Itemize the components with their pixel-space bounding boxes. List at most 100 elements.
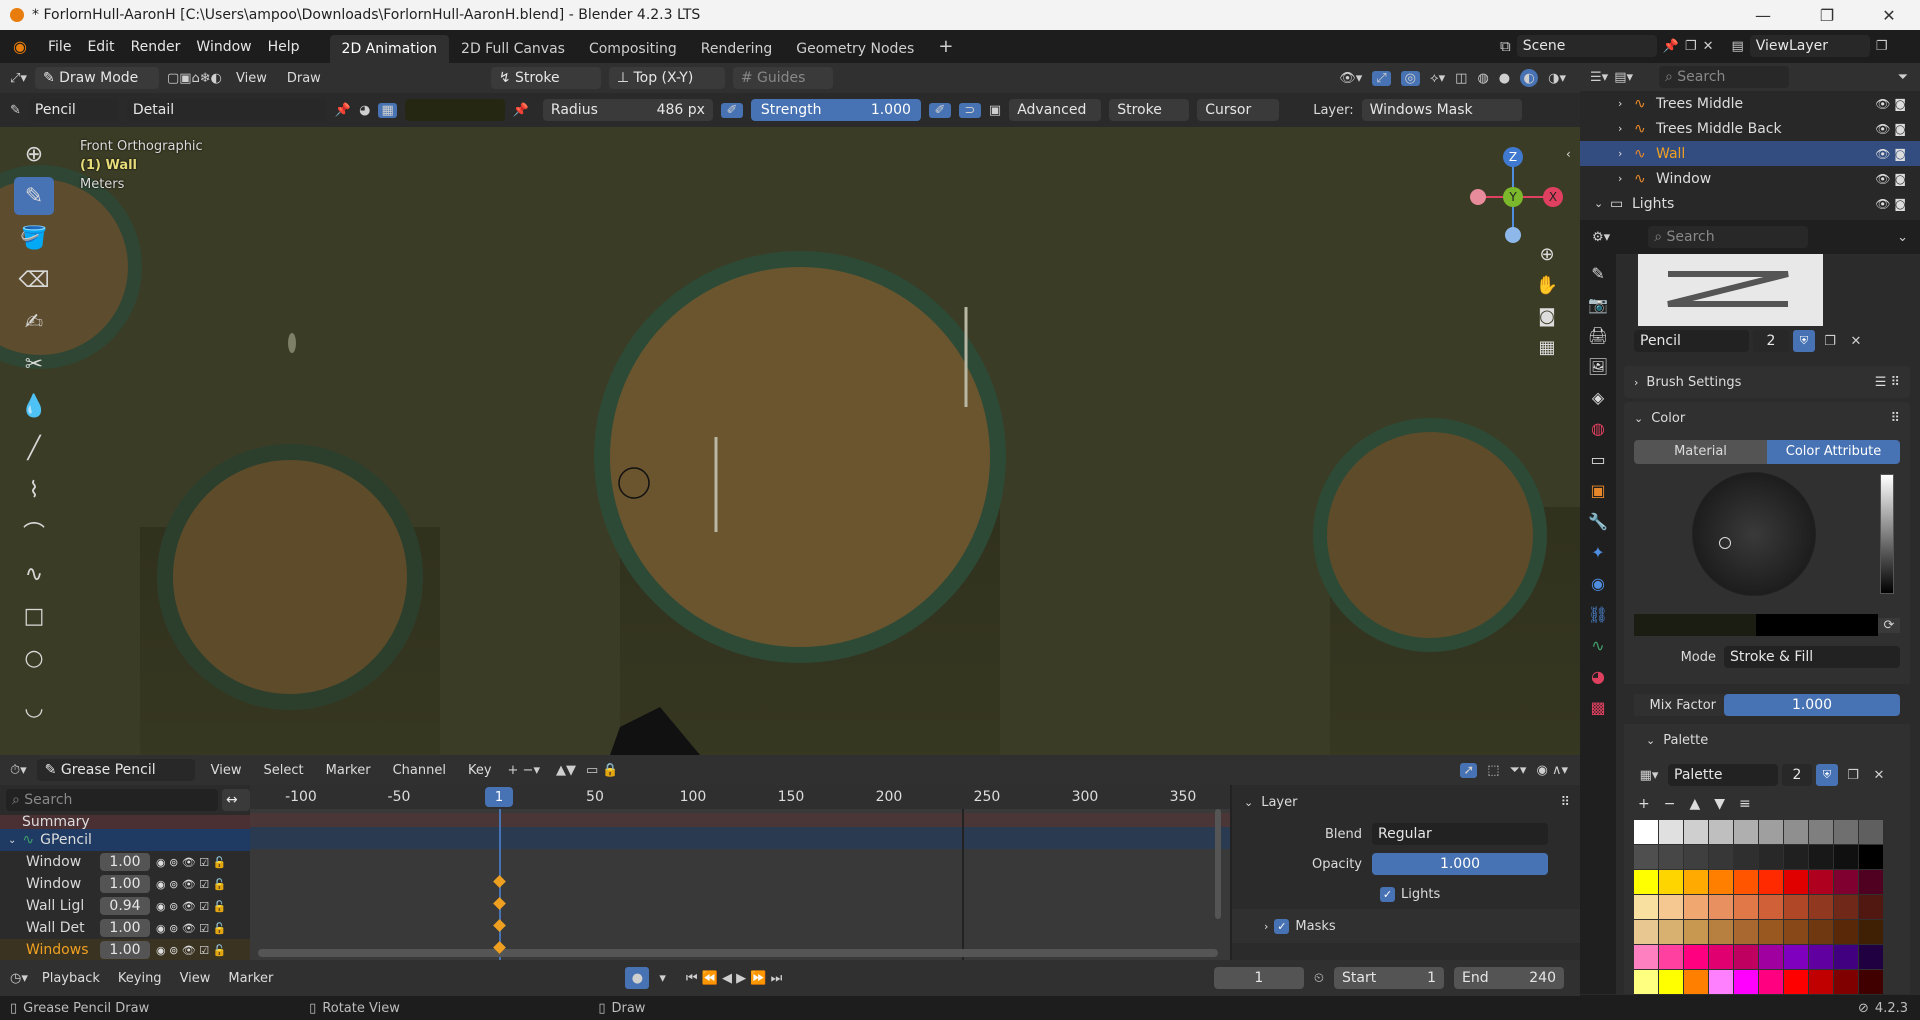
tab-material[interactable]: Material [1634, 440, 1767, 464]
outliner-item[interactable]: ⌄ ▭ Lights 👁 ◙ [1580, 191, 1920, 216]
navigation-gizmo[interactable]: Z Y X [1460, 137, 1580, 247]
palette-swatch[interactable] [1634, 970, 1658, 994]
summary-row[interactable]: Summary [0, 815, 250, 829]
palette-swatch[interactable] [1759, 845, 1783, 869]
mode-selector[interactable]: ✎ Draw Mode [34, 67, 159, 89]
palette-swatch[interactable] [1859, 945, 1883, 969]
palette-swatch[interactable] [1834, 845, 1858, 869]
menu-edit[interactable]: Edit [79, 39, 122, 55]
palette-swatch[interactable] [1734, 870, 1758, 894]
palette-swatch[interactable] [1759, 945, 1783, 969]
guides-toggle[interactable]: # Guides [732, 67, 833, 89]
camera-icon[interactable]: ◙ [1538, 306, 1555, 327]
menu-draw[interactable]: Draw [281, 71, 327, 86]
neg-z-axis-icon[interactable] [1505, 227, 1521, 243]
box-tool-icon[interactable]: □ [14, 597, 54, 635]
palette-swatch[interactable] [1759, 870, 1783, 894]
masks-checkbox[interactable]: ✓ [1274, 918, 1290, 934]
polyline-tool-icon[interactable]: ⌇ [14, 471, 54, 509]
world-tab-icon[interactable]: ◍ [1591, 419, 1605, 438]
keyframe-diamond[interactable] [493, 919, 506, 932]
palette-swatch[interactable] [1759, 895, 1783, 919]
color-wheel[interactable] [1692, 472, 1816, 596]
palette-swatch[interactable] [1784, 945, 1808, 969]
tl-marker-menu[interactable]: Marker [224, 971, 277, 986]
maximize-button[interactable]: ❐ [1804, 0, 1850, 30]
palette-swatch[interactable] [1784, 870, 1808, 894]
material-shading-icon[interactable]: ◐ [1520, 69, 1539, 87]
ds-menu-channel[interactable]: Channel [387, 763, 452, 778]
render-tab-icon[interactable]: 📷 [1588, 295, 1608, 314]
outliner-expand-icon[interactable]: › [1618, 147, 1634, 160]
palette-swatch[interactable] [1684, 870, 1708, 894]
filter-icon[interactable]: ⏷ [1898, 70, 1908, 85]
menu-window[interactable]: Window [188, 39, 259, 55]
eyedropper-tool-icon[interactable]: 💧 [14, 387, 54, 425]
visibility-toggle-icon[interactable]: 👁 ◙ [1875, 197, 1906, 211]
only-selected-icon[interactable]: ▭ 🔒 [586, 763, 619, 778]
palette-swatch[interactable] [1809, 895, 1833, 919]
outliner-item[interactable]: › ∿ Trees Middle Back 👁 ◙ [1580, 116, 1920, 141]
palette-swatch[interactable] [1834, 870, 1858, 894]
zoom-icon[interactable]: ⊕ [1539, 244, 1554, 265]
pressure-radius-icon[interactable]: ✐ [720, 102, 743, 118]
delete-scene-icon[interactable]: ✕ [1703, 39, 1714, 54]
layer-dropdown[interactable]: Windows Mask [1361, 99, 1522, 121]
palette-swatch[interactable] [1784, 820, 1808, 844]
overlay-icon[interactable]: ◎ [1400, 70, 1421, 86]
circle-tool-icon[interactable]: ○ [14, 639, 54, 677]
layer-drag-icon[interactable]: ⠿ [1560, 795, 1570, 810]
scene-selector[interactable]: Scene [1516, 35, 1657, 57]
palette-swatch[interactable] [1684, 920, 1708, 944]
palette-swatch[interactable] [1859, 870, 1883, 894]
layer-opacity-field[interactable]: 0.94 [100, 897, 150, 915]
remove-color-icon[interactable]: − [1664, 796, 1676, 812]
tab-geometry-nodes[interactable]: Geometry Nodes [784, 35, 926, 63]
current-frame-field[interactable]: 1 [1213, 967, 1304, 989]
material-tab-icon[interactable]: ◕ [1591, 667, 1605, 686]
properties-options-icon[interactable]: ⌄ [1897, 230, 1908, 245]
palette-swatch[interactable] [1634, 895, 1658, 919]
palette-swatch[interactable] [1659, 870, 1683, 894]
mix-factor-slider[interactable]: 1.000 [1724, 694, 1900, 716]
palette-swatch[interactable] [1709, 845, 1733, 869]
layer-opacity-field[interactable]: 1.00 [100, 875, 150, 893]
editor-type-icon[interactable]: ⤢▾ [10, 71, 27, 86]
opacity-slider[interactable]: 1.000 [1372, 853, 1548, 875]
properties-editor-icon[interactable]: ⚙▾ [1592, 230, 1610, 245]
menu-view[interactable]: View [230, 71, 273, 86]
palette-swatch[interactable] [1659, 820, 1683, 844]
lights-checkbox[interactable]: ✓ [1380, 886, 1395, 902]
stroke-dropdown[interactable]: Stroke [1109, 99, 1190, 121]
blender-menu-icon[interactable]: ◉ [0, 37, 40, 56]
value-slider[interactable] [1880, 474, 1894, 594]
color-panel-header[interactable]: ⌄ Color ⠿ [1624, 402, 1910, 434]
palette-swatch[interactable] [1634, 870, 1658, 894]
cursor-tool-icon[interactable]: ⊕ [14, 135, 54, 173]
collection-tab-icon[interactable]: ▭ [1590, 450, 1605, 469]
palette-swatch[interactable] [1859, 820, 1883, 844]
outliner-expand-icon[interactable]: › [1618, 97, 1634, 110]
layer-toggle-icons[interactable]: ◉ ⊚ 👁 ☑ 🔓 [156, 900, 226, 913]
draw-tool-icon[interactable]: ✎ [14, 177, 54, 215]
palette-swatch[interactable] [1859, 895, 1883, 919]
vertical-scrollbar[interactable] [1215, 809, 1221, 919]
curve-tool-icon[interactable]: ∿ [14, 555, 54, 593]
sidebar-toggle-icon[interactable]: ‹ [1566, 147, 1571, 161]
palette-swatch[interactable] [1834, 945, 1858, 969]
strength-slider[interactable]: Strength 1.000 [750, 99, 921, 121]
dopesheet-editor-icon[interactable]: ⏱▾ [10, 763, 27, 778]
tab-2d-full-canvas[interactable]: 2D Full Canvas [449, 35, 577, 63]
drag-handle-icon[interactable]: ⠿ [1890, 411, 1900, 426]
palette-swatch[interactable] [1634, 945, 1658, 969]
sort-icon[interactable]: ≡ [1739, 796, 1751, 812]
keyframe-diamond[interactable] [493, 897, 506, 910]
layer-channel-row[interactable]: Wall Ligl 0.94 ◉ ⊚ 👁 ☑ 🔓 [0, 895, 250, 917]
palette-swatch[interactable] [1834, 920, 1858, 944]
y-axis-icon[interactable]: Y [1503, 187, 1523, 207]
object-tab-icon[interactable]: ▣ [1590, 481, 1605, 500]
secondary-color[interactable] [1756, 614, 1878, 636]
select-keys-icon[interactable]: ➚ [1460, 762, 1478, 778]
playback-menu[interactable]: Playback [38, 971, 104, 986]
frame-ruler[interactable]: -100 -50 50 100 150 200 250 300 350 [250, 785, 1230, 809]
